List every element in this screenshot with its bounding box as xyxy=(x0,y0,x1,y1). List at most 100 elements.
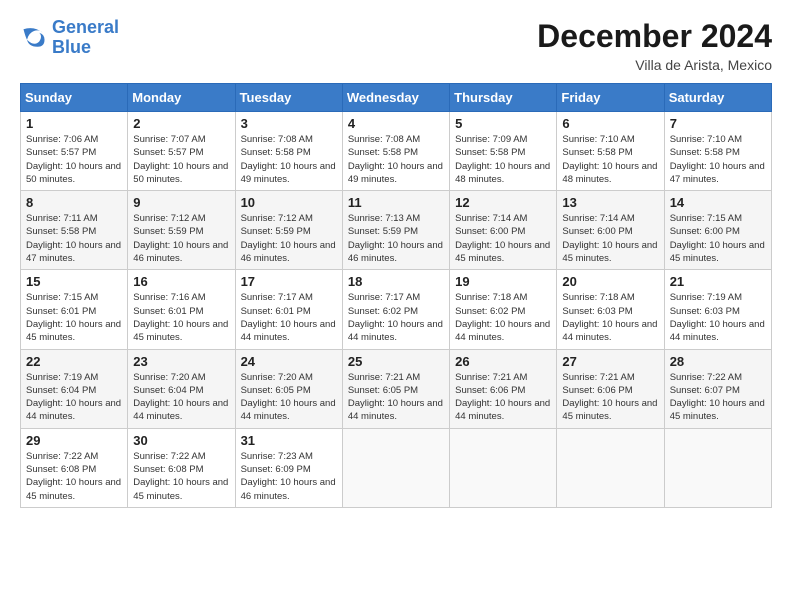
calendar-cell: 17Sunrise: 7:17 AMSunset: 6:01 PMDayligh… xyxy=(235,270,342,349)
day-number: 28 xyxy=(670,354,766,369)
cell-content: Sunrise: 7:16 AMSunset: 6:01 PMDaylight:… xyxy=(133,291,229,344)
calendar-cell: 22 Sunrise: 7:19 AMSunset: 6:04 PMDayligh… xyxy=(21,349,128,428)
month-title: December 2024 xyxy=(537,18,772,55)
day-number: 5 xyxy=(455,116,551,131)
calendar-cell: 4 Sunrise: 7:08 AMSunset: 5:58 PMDaylight… xyxy=(342,112,449,191)
calendar-row: 29 Sunrise: 7:22 AMSunset: 6:08 PMDayligh… xyxy=(21,428,772,507)
calendar-cell: 16 Sunrise: 7:16 AMSunset: 6:01 PMDayligh… xyxy=(128,270,235,349)
header-row: Sunday Monday Tuesday Wednesday Thursday… xyxy=(21,84,772,112)
cell-content: Sunrise: 7:21 AMSunset: 6:06 PMDaylight:… xyxy=(455,371,551,424)
logo-general: General xyxy=(52,17,119,37)
logo-text: General Blue xyxy=(52,18,119,58)
cell-content: Sunrise: 7:14 AMSunset: 6:00 PMDaylight:… xyxy=(562,212,658,265)
calendar-cell: 5 Sunrise: 7:09 AMSunset: 5:58 PMDaylight… xyxy=(450,112,557,191)
calendar-row: 22 Sunrise: 7:19 AMSunset: 6:04 PMDayligh… xyxy=(21,349,772,428)
calendar-row: 15 Sunrise: 7:15 AMSunset: 6:01 PMDayligh… xyxy=(21,270,772,349)
cell-content: Sunrise: 7:08 AMSunset: 5:58 PMDaylight:… xyxy=(241,133,337,186)
col-thursday: Thursday xyxy=(450,84,557,112)
calendar-cell: 20 Sunrise: 7:18 AMSunset: 6:03 PMDayligh… xyxy=(557,270,664,349)
calendar-cell: 19Sunrise: 7:18 AMSunset: 6:02 PMDayligh… xyxy=(450,270,557,349)
calendar-row: 1 Sunrise: 7:06 AMSunset: 5:57 PMDaylight… xyxy=(21,112,772,191)
cell-content: Sunrise: 7:18 AMSunset: 6:03 PMDaylight:… xyxy=(562,291,658,344)
cell-content: Sunrise: 7:08 AMSunset: 5:58 PMDaylight:… xyxy=(348,133,444,186)
day-number: 10 xyxy=(241,195,337,210)
day-number: 31 xyxy=(241,433,337,448)
cell-content: Sunrise: 7:20 AMSunset: 6:04 PMDaylight:… xyxy=(133,371,229,424)
calendar-cell xyxy=(664,428,771,507)
col-monday: Monday xyxy=(128,84,235,112)
logo-blue: Blue xyxy=(52,37,91,57)
cell-content: Sunrise: 7:15 AMSunset: 6:00 PMDaylight:… xyxy=(670,212,766,265)
calendar-cell: 3 Sunrise: 7:08 AMSunset: 5:58 PMDaylight… xyxy=(235,112,342,191)
day-number: 4 xyxy=(348,116,444,131)
day-number: 14 xyxy=(670,195,766,210)
calendar-cell: 14 Sunrise: 7:15 AMSunset: 6:00 PMDayligh… xyxy=(664,191,771,270)
col-saturday: Saturday xyxy=(664,84,771,112)
calendar-cell: 15 Sunrise: 7:15 AMSunset: 6:01 PMDayligh… xyxy=(21,270,128,349)
calendar-cell xyxy=(450,428,557,507)
cell-content: Sunrise: 7:14 AMSunset: 6:00 PMDaylight:… xyxy=(455,212,551,265)
col-wednesday: Wednesday xyxy=(342,84,449,112)
calendar-cell: 23 Sunrise: 7:20 AMSunset: 6:04 PMDayligh… xyxy=(128,349,235,428)
cell-content: Sunrise: 7:13 AMSunset: 5:59 PMDaylight:… xyxy=(348,212,444,265)
day-number: 29 xyxy=(26,433,122,448)
calendar-cell: 28 Sunrise: 7:22 AMSunset: 6:07 PMDayligh… xyxy=(664,349,771,428)
col-tuesday: Tuesday xyxy=(235,84,342,112)
cell-content: Sunrise: 7:07 AMSunset: 5:57 PMDaylight:… xyxy=(133,133,229,186)
logo-icon xyxy=(20,24,48,52)
cell-content: Sunrise: 7:06 AMSunset: 5:57 PMDaylight:… xyxy=(26,133,122,186)
cell-content: Sunrise: 7:20 AMSunset: 6:05 PMDaylight:… xyxy=(241,371,337,424)
cell-content: Sunrise: 7:10 AMSunset: 5:58 PMDaylight:… xyxy=(562,133,658,186)
cell-content: Sunrise: 7:22 AMSunset: 6:07 PMDaylight:… xyxy=(670,371,766,424)
calendar-cell: 30 Sunrise: 7:22 AMSunset: 6:08 PMDayligh… xyxy=(128,428,235,507)
calendar-cell: 10 Sunrise: 7:12 AMSunset: 5:59 PMDayligh… xyxy=(235,191,342,270)
day-number: 18 xyxy=(348,274,444,289)
day-number: 1 xyxy=(26,116,122,131)
cell-content: Sunrise: 7:17 AMSunset: 6:02 PMDaylight:… xyxy=(348,291,444,344)
day-number: 6 xyxy=(562,116,658,131)
day-number: 21 xyxy=(670,274,766,289)
day-number: 17 xyxy=(241,274,337,289)
day-number: 23 xyxy=(133,354,229,369)
day-number: 12 xyxy=(455,195,551,210)
day-number: 15 xyxy=(26,274,122,289)
calendar-cell: 27Sunrise: 7:21 AMSunset: 6:06 PMDayligh… xyxy=(557,349,664,428)
day-number: 20 xyxy=(562,274,658,289)
title-block: December 2024 Villa de Arista, Mexico xyxy=(537,18,772,73)
day-number: 22 xyxy=(26,354,122,369)
cell-content: Sunrise: 7:12 AMSunset: 5:59 PMDaylight:… xyxy=(133,212,229,265)
day-number: 16 xyxy=(133,274,229,289)
calendar-body: 1 Sunrise: 7:06 AMSunset: 5:57 PMDaylight… xyxy=(21,112,772,508)
col-friday: Friday xyxy=(557,84,664,112)
day-number: 3 xyxy=(241,116,337,131)
day-number: 30 xyxy=(133,433,229,448)
calendar-cell: 25Sunrise: 7:21 AMSunset: 6:05 PMDayligh… xyxy=(342,349,449,428)
day-number: 27 xyxy=(562,354,658,369)
calendar-cell: 24 Sunrise: 7:20 AMSunset: 6:05 PMDayligh… xyxy=(235,349,342,428)
day-number: 25 xyxy=(348,354,444,369)
cell-content: Sunrise: 7:19 AMSunset: 6:04 PMDaylight:… xyxy=(26,371,122,424)
day-number: 24 xyxy=(241,354,337,369)
calendar-cell: 11Sunrise: 7:13 AMSunset: 5:59 PMDayligh… xyxy=(342,191,449,270)
day-number: 2 xyxy=(133,116,229,131)
day-number: 26 xyxy=(455,354,551,369)
calendar-cell: 2 Sunrise: 7:07 AMSunset: 5:57 PMDaylight… xyxy=(128,112,235,191)
cell-content: Sunrise: 7:22 AMSunset: 6:08 PMDaylight:… xyxy=(133,450,229,503)
calendar-cell: 21 Sunrise: 7:19 AMSunset: 6:03 PMDayligh… xyxy=(664,270,771,349)
calendar-cell: 8 Sunrise: 7:11 AMSunset: 5:58 PMDaylight… xyxy=(21,191,128,270)
cell-content: Sunrise: 7:22 AMSunset: 6:08 PMDaylight:… xyxy=(26,450,122,503)
day-number: 8 xyxy=(26,195,122,210)
cell-content: Sunrise: 7:15 AMSunset: 6:01 PMDaylight:… xyxy=(26,291,122,344)
cell-content: Sunrise: 7:19 AMSunset: 6:03 PMDaylight:… xyxy=(670,291,766,344)
cell-content: Sunrise: 7:12 AMSunset: 5:59 PMDaylight:… xyxy=(241,212,337,265)
calendar-cell: 9Sunrise: 7:12 AMSunset: 5:59 PMDaylight… xyxy=(128,191,235,270)
cell-content: Sunrise: 7:11 AMSunset: 5:58 PMDaylight:… xyxy=(26,212,122,265)
calendar-row: 8 Sunrise: 7:11 AMSunset: 5:58 PMDaylight… xyxy=(21,191,772,270)
cell-content: Sunrise: 7:23 AMSunset: 6:09 PMDaylight:… xyxy=(241,450,337,503)
calendar-cell: 6 Sunrise: 7:10 AMSunset: 5:58 PMDaylight… xyxy=(557,112,664,191)
location-subtitle: Villa de Arista, Mexico xyxy=(537,57,772,73)
calendar-cell xyxy=(557,428,664,507)
calendar-table: Sunday Monday Tuesday Wednesday Thursday… xyxy=(20,83,772,508)
cell-content: Sunrise: 7:09 AMSunset: 5:58 PMDaylight:… xyxy=(455,133,551,186)
calendar-cell: 26 Sunrise: 7:21 AMSunset: 6:06 PMDayligh… xyxy=(450,349,557,428)
